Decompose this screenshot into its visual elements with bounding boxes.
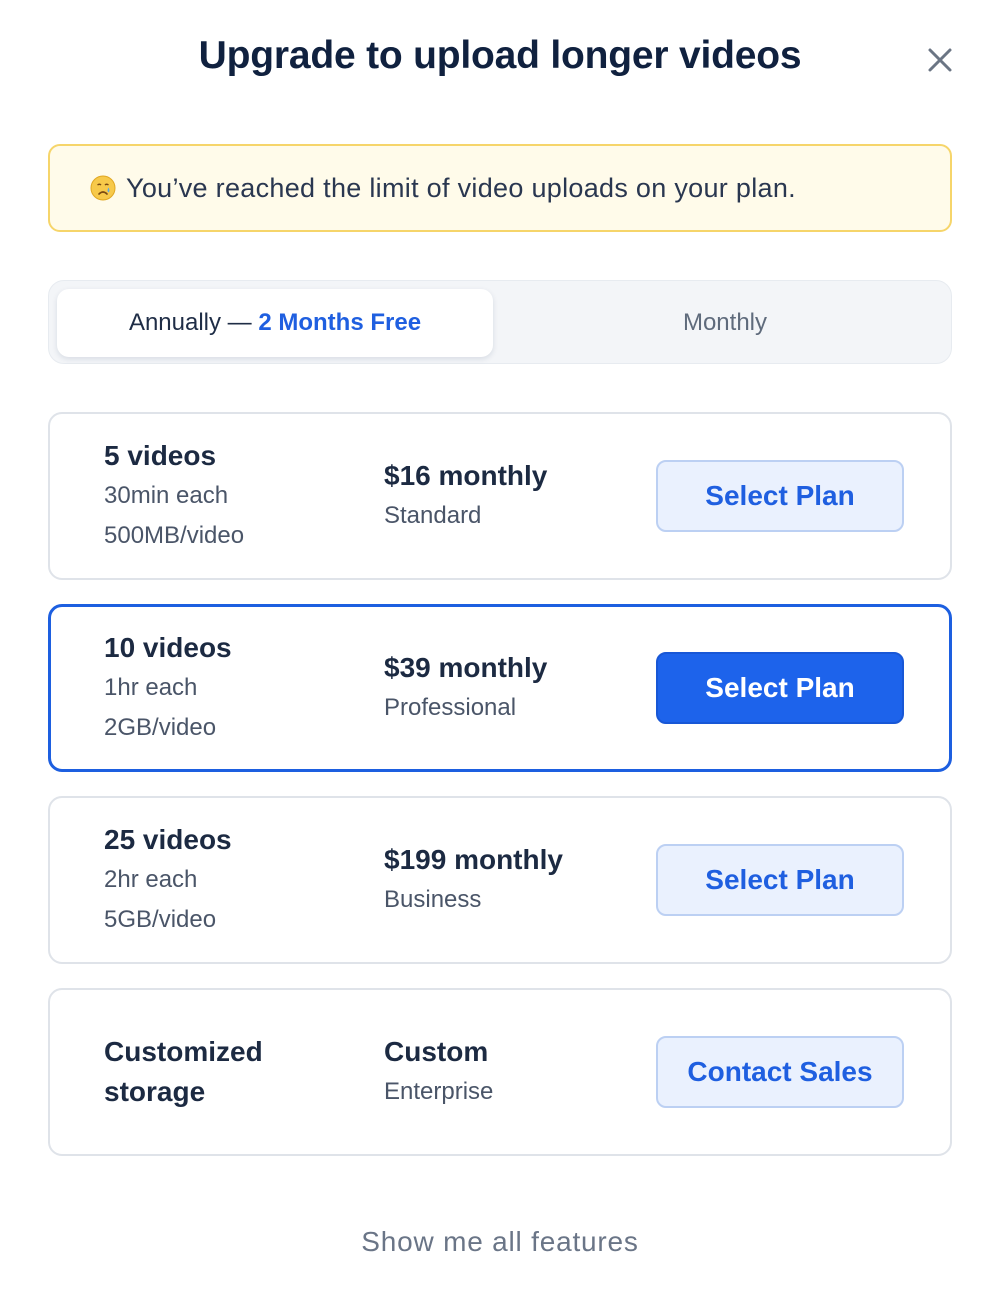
plan-videos: 5 videos xyxy=(104,440,217,471)
annual-label: Annually — xyxy=(128,309,259,336)
toggle-annually[interactable]: Annually — 2 Months Free xyxy=(57,289,493,357)
plan-storage-line2: storage xyxy=(104,1076,206,1107)
alert-message: You’ve reached the limit of video upload… xyxy=(126,172,796,203)
plan-duration: 1hr each xyxy=(104,674,198,701)
plan-videos: 10 videos xyxy=(104,632,232,663)
contact-sales-button[interactable]: Contact Sales xyxy=(656,1036,904,1108)
monthly-label: Monthly xyxy=(682,309,768,336)
plan-price: Custom xyxy=(384,1036,489,1067)
plan-duration: 30min each xyxy=(104,482,229,509)
plan-card-professional: 10 videos 1hr each 2GB/video $39 monthly… xyxy=(48,604,952,772)
plan-card-standard: 5 videos 30min each 500MB/video $16 mont… xyxy=(48,412,952,580)
close-icon[interactable] xyxy=(922,42,958,78)
plan-tier: Professional xyxy=(384,694,517,721)
plan-storage-line1: Customized xyxy=(104,1036,263,1067)
plan-size: 2GB/video xyxy=(104,714,217,741)
plan-duration: 2hr each xyxy=(104,866,198,893)
plan-tier: Enterprise xyxy=(384,1078,494,1105)
plan-size: 5GB/video xyxy=(104,906,217,933)
plan-price: $199 monthly xyxy=(384,844,563,875)
plan-tier: Business xyxy=(384,886,482,913)
limit-alert: You’ve reached the limit of video upload… xyxy=(48,144,952,232)
show-all-features-link[interactable]: Show me all features xyxy=(0,1226,1000,1258)
plan-card-enterprise: Customized storage Custom Enterprise Con… xyxy=(48,988,952,1156)
select-plan-button[interactable]: Select Plan xyxy=(656,652,904,724)
annual-discount-label: 2 Months Free xyxy=(258,309,422,336)
plan-size: 500MB/video xyxy=(104,522,245,549)
crying-face-icon xyxy=(90,175,116,201)
plan-card-business: 25 videos 2hr each 5GB/video $199 monthl… xyxy=(48,796,952,964)
plan-price: $39 monthly xyxy=(384,652,548,683)
plan-tier: Standard xyxy=(384,502,482,529)
plan-videos: 25 videos xyxy=(104,824,232,855)
plan-price: $16 monthly xyxy=(384,460,548,491)
select-plan-button[interactable]: Select Plan xyxy=(656,460,904,532)
select-plan-button[interactable]: Select Plan xyxy=(656,844,904,916)
billing-toggle: Annually — 2 Months Free Monthly xyxy=(48,280,952,364)
toggle-monthly[interactable]: Monthly xyxy=(505,289,945,357)
modal-title: Upgrade to upload longer videos xyxy=(198,34,802,77)
